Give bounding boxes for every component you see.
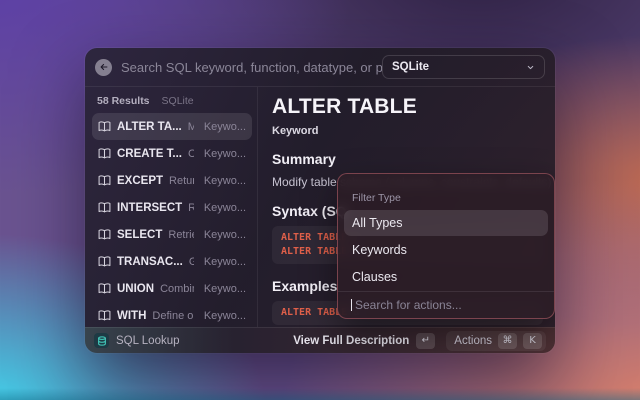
open-book-icon bbox=[98, 174, 111, 187]
app-name: SQL Lookup bbox=[116, 335, 180, 347]
open-book-icon bbox=[98, 201, 111, 214]
filter-option-label: All Types bbox=[352, 216, 403, 230]
result-type-badge: Keywo... bbox=[204, 148, 246, 160]
footer-bar: SQL Lookup View Full Description ↵ Actio… bbox=[85, 327, 555, 353]
result-row[interactable]: WITH Define one or m... Keywo... bbox=[92, 302, 252, 327]
result-row[interactable]: UNION Combine resul... Keywo... bbox=[92, 275, 252, 302]
return-key-badge: ↵ bbox=[416, 333, 435, 349]
open-book-icon bbox=[98, 282, 111, 295]
result-row[interactable]: ALTER TA... Modify ta... Keywo... bbox=[92, 113, 252, 140]
filter-type-label: Filter Type bbox=[338, 192, 554, 210]
result-type-badge: Keywo... bbox=[204, 202, 246, 214]
open-book-icon bbox=[98, 309, 111, 322]
result-type-badge: Keywo... bbox=[204, 310, 246, 322]
result-subtitle: Return rows f... bbox=[169, 175, 194, 187]
results-scope: SQLite bbox=[162, 95, 194, 107]
results-header: 58 Results SQLite bbox=[92, 93, 252, 113]
result-subtitle: Create a... bbox=[188, 148, 194, 160]
result-title: WITH bbox=[117, 310, 146, 322]
result-subtitle: Define one or m... bbox=[152, 310, 193, 322]
k-key-badge: K bbox=[523, 333, 542, 349]
actions-button[interactable]: Actions ⌘ K bbox=[446, 331, 546, 351]
filter-options-list: All Types Keywords Clauses bbox=[338, 210, 554, 291]
text-caret bbox=[351, 299, 352, 311]
result-title: ALTER TA... bbox=[117, 121, 182, 133]
result-row[interactable]: EXCEPT Return rows f... Keywo... bbox=[92, 167, 252, 194]
open-book-icon bbox=[98, 147, 111, 160]
result-subtitle: Return ro... bbox=[188, 202, 194, 214]
search-input[interactable]: Search SQL keyword, function, datatype, … bbox=[121, 60, 382, 75]
result-type-badge: Keywo... bbox=[204, 283, 246, 295]
result-type-badge: Keywo... bbox=[204, 175, 246, 187]
result-type-badge: Keywo... bbox=[204, 229, 246, 241]
content-area: 58 Results SQLite ALTER TA... Modify ta.… bbox=[85, 87, 555, 327]
chevron-down-icon bbox=[526, 63, 535, 72]
actions-popup: Filter Type All Types Keywords Clauses S… bbox=[337, 173, 555, 319]
result-title: SELECT bbox=[117, 229, 162, 241]
open-book-icon bbox=[98, 228, 111, 241]
filter-option-label: Clauses bbox=[352, 270, 397, 284]
result-subtitle: Combine resul... bbox=[160, 283, 194, 295]
back-button[interactable] bbox=[95, 59, 112, 76]
app-icon bbox=[94, 333, 109, 348]
actions-button-label: Actions bbox=[454, 335, 492, 347]
filter-option[interactable]: Clauses bbox=[344, 264, 548, 290]
open-book-icon bbox=[98, 255, 111, 268]
filter-option[interactable]: Keywords bbox=[344, 237, 548, 263]
result-subtitle: Modify ta... bbox=[188, 121, 194, 133]
dialect-select[interactable]: SQLite bbox=[382, 55, 545, 79]
database-icon bbox=[97, 336, 107, 346]
result-subtitle: Group st... bbox=[189, 256, 194, 268]
result-type-badge: Keywo... bbox=[204, 121, 246, 133]
footer-actions: View Full Description ↵ Actions ⌘ K bbox=[293, 331, 546, 351]
actions-search-placeholder: Search for actions... bbox=[355, 298, 462, 312]
desktop-background: Search SQL keyword, function, datatype, … bbox=[0, 0, 640, 400]
result-type-badge: Keywo... bbox=[204, 256, 246, 268]
result-row[interactable]: CREATE T... Create a... Keywo... bbox=[92, 140, 252, 167]
filter-option[interactable]: All Types bbox=[344, 210, 548, 236]
result-title: UNION bbox=[117, 283, 154, 295]
result-title: EXCEPT bbox=[117, 175, 163, 187]
result-subtitle: Retrieve colu... bbox=[168, 229, 193, 241]
detail-type-label: Keyword bbox=[272, 125, 543, 137]
result-row[interactable]: TRANSAC... Group st... Keywo... bbox=[92, 248, 252, 275]
result-title: CREATE T... bbox=[117, 148, 182, 160]
filter-option-label: Keywords bbox=[352, 243, 407, 257]
command-key-badge: ⌘ bbox=[498, 333, 517, 349]
arrow-left-icon bbox=[99, 62, 109, 72]
result-title: TRANSAC... bbox=[117, 256, 183, 268]
open-book-icon bbox=[98, 120, 111, 133]
results-list: ALTER TA... Modify ta... Keywo... CREATE… bbox=[92, 113, 252, 327]
result-row[interactable]: SELECT Retrieve colu... Keywo... bbox=[92, 221, 252, 248]
result-title: INTERSECT bbox=[117, 202, 182, 214]
actions-search-field[interactable]: Search for actions... bbox=[338, 291, 554, 318]
sql-lookup-window: Search SQL keyword, function, datatype, … bbox=[85, 48, 555, 353]
summary-heading: Summary bbox=[272, 151, 543, 167]
result-row[interactable]: INTERSECT Return ro... Keywo... bbox=[92, 194, 252, 221]
search-bar: Search SQL keyword, function, datatype, … bbox=[85, 48, 555, 87]
view-full-description-button[interactable]: View Full Description bbox=[293, 335, 409, 347]
results-count: 58 Results bbox=[97, 95, 150, 107]
dialect-select-value: SQLite bbox=[392, 61, 429, 73]
detail-title: ALTER TABLE bbox=[272, 95, 543, 119]
results-sidebar: 58 Results SQLite ALTER TA... Modify ta.… bbox=[85, 87, 258, 327]
